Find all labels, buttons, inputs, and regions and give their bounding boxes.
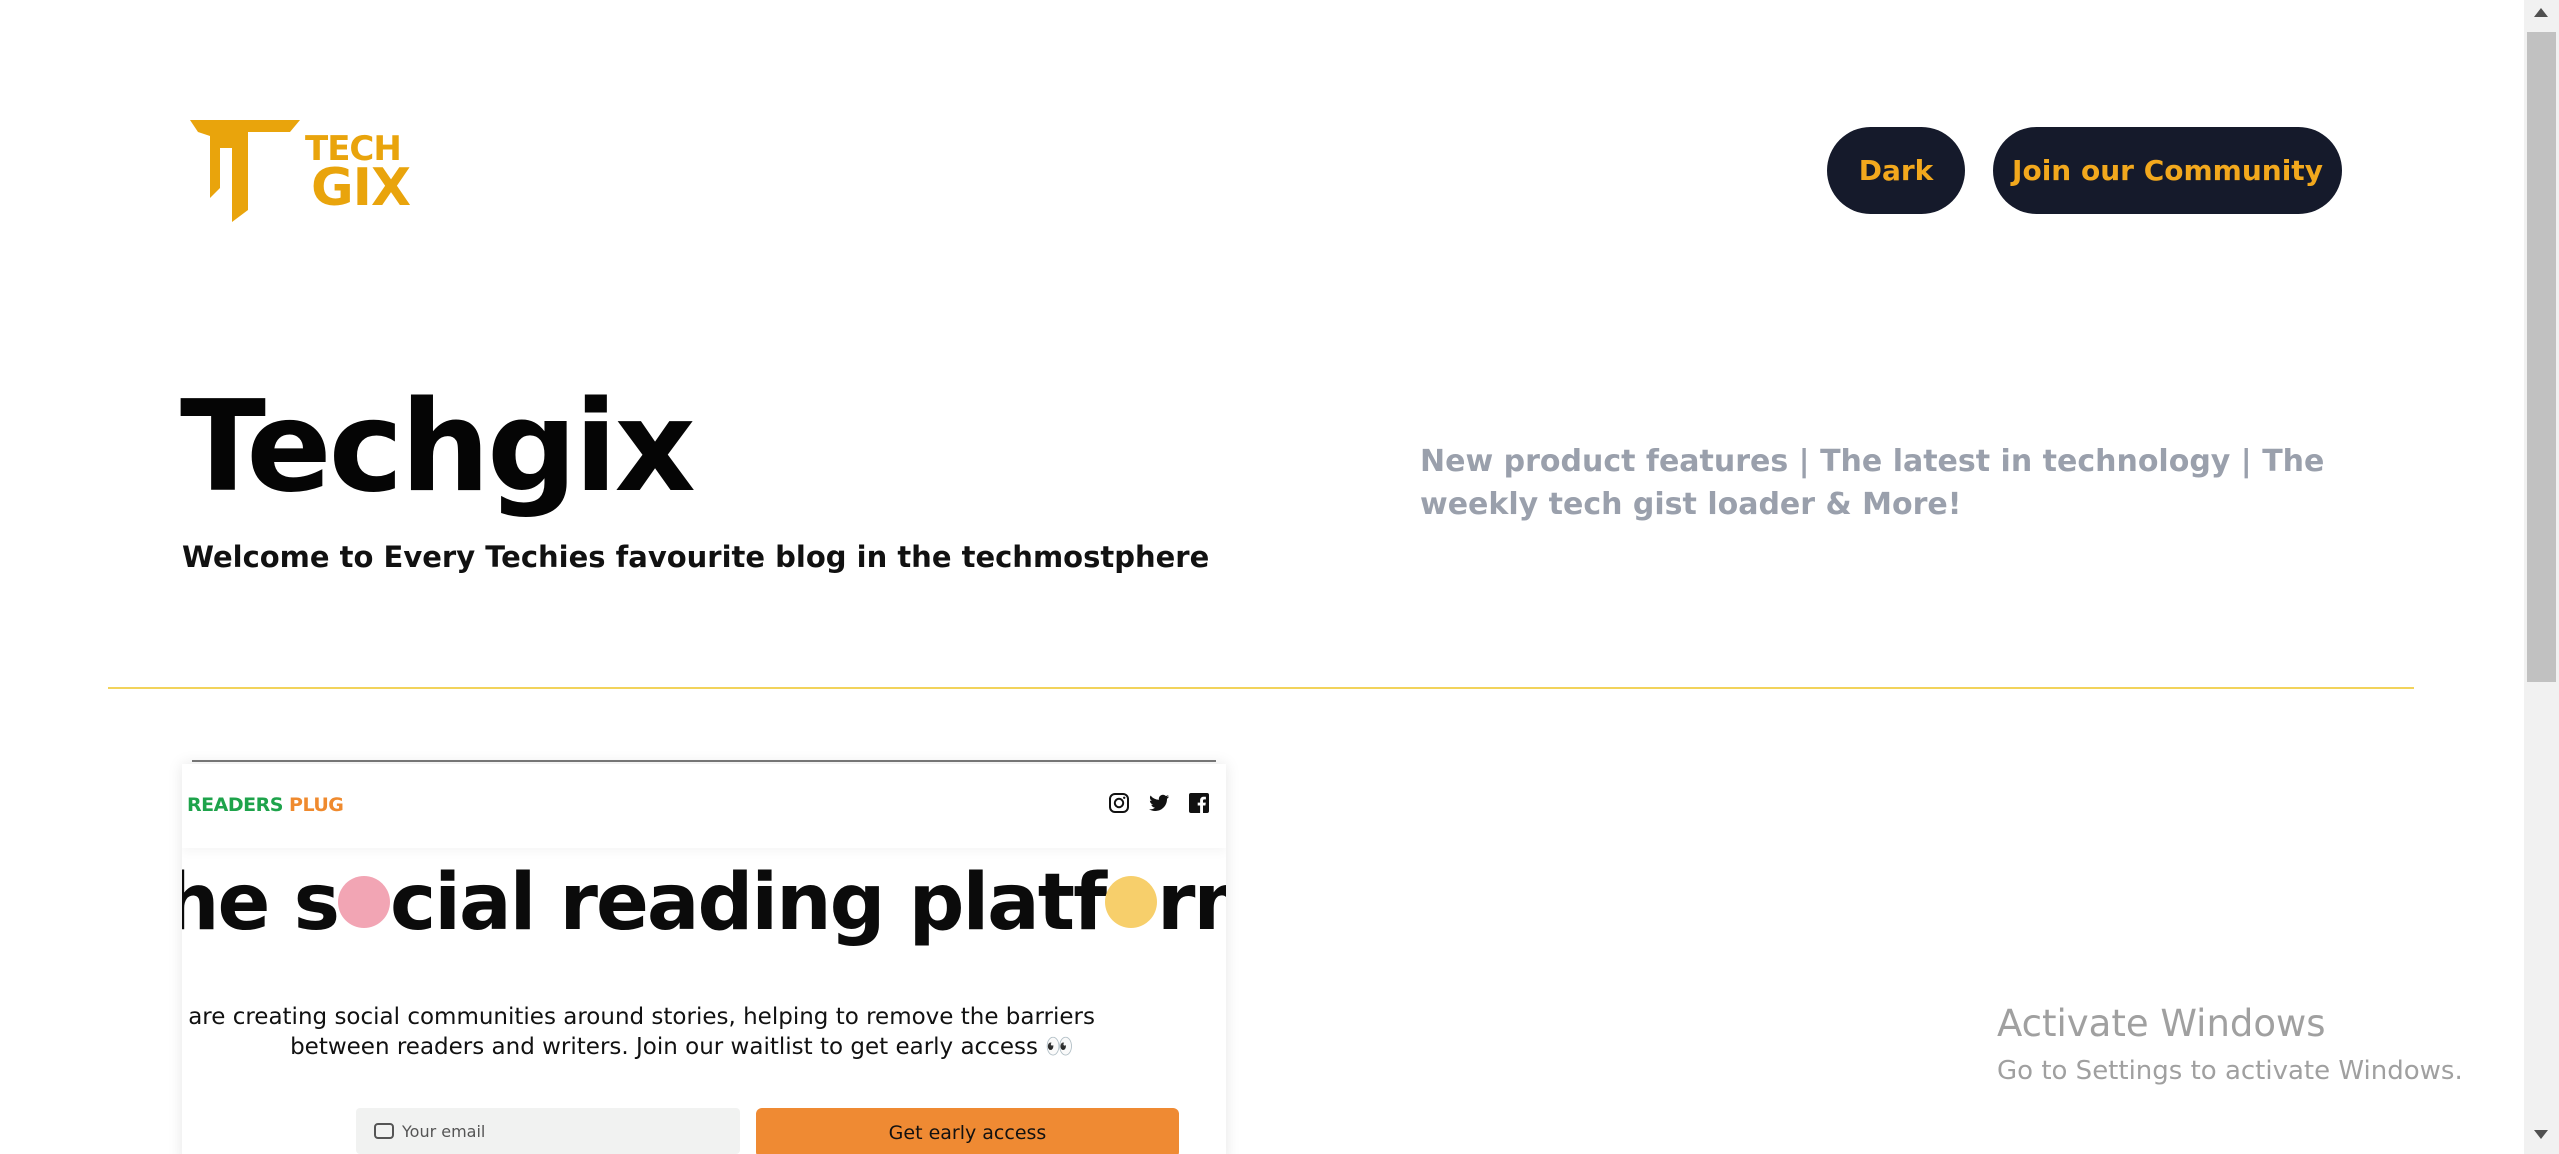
scroll-up-arrow-icon[interactable]: [2534, 8, 2548, 17]
avatar-1: [338, 875, 391, 928]
preview-navbar: READERS PLUG: [182, 764, 1226, 848]
dark-mode-button[interactable]: Dark: [1827, 127, 1965, 214]
activate-windows-title: Activate Windows: [1997, 1002, 2326, 1045]
join-community-button[interactable]: Join our Community: [1993, 127, 2342, 214]
readersplug-logo[interactable]: READERS PLUG: [187, 794, 344, 816]
description-line1: /e are creating social communities aroun…: [182, 1004, 1095, 1030]
headline-part-a: he s: [182, 858, 340, 948]
avatar-2: [1105, 875, 1158, 928]
vertical-scrollbar[interactable]: [2524, 0, 2559, 1154]
headline-part-b: cial reading platf: [390, 858, 1107, 948]
email-placeholder: Your email: [402, 1121, 486, 1141]
social-links: [1108, 792, 1210, 814]
facebook-icon[interactable]: [1188, 792, 1210, 814]
brand-part2: PLUG: [289, 794, 344, 816]
instagram-icon[interactable]: [1108, 792, 1130, 814]
post-card-preview[interactable]: READERS PLUG he s cial reading platf rm /e…: [182, 764, 1226, 1154]
mail-icon: [374, 1123, 394, 1139]
page-title: Techgix: [180, 373, 696, 520]
scroll-down-arrow-icon[interactable]: [2534, 1130, 2548, 1139]
brand-part1: READERS: [187, 794, 283, 816]
logo-wordmark: TECH GIX: [305, 132, 411, 218]
tagline: New product features | The latest in tec…: [1420, 444, 2325, 522]
get-early-access-button[interactable]: Get early access: [756, 1108, 1179, 1154]
card-top-line: [192, 760, 1216, 762]
page-subtitle: Welcome to Every Techies favourite blog …: [182, 540, 1210, 574]
logo-mark-icon: [190, 120, 300, 222]
description-line2: between readers and writers. Join our wa…: [290, 1034, 1074, 1060]
preview-description: /e are creating social communities aroun…: [182, 1002, 1182, 1062]
activate-windows-subtitle: Go to Settings to activate Windows.: [1997, 1056, 2463, 1086]
scrollbar-thumb[interactable]: [2527, 32, 2556, 682]
logo-line2: GIX: [311, 158, 411, 218]
section-divider: [108, 687, 2414, 689]
techgix-logo[interactable]: TECH GIX: [190, 118, 440, 222]
twitter-icon[interactable]: [1148, 792, 1170, 814]
email-field[interactable]: Your email: [356, 1108, 740, 1154]
headline-part-c: rm: [1157, 858, 1226, 948]
